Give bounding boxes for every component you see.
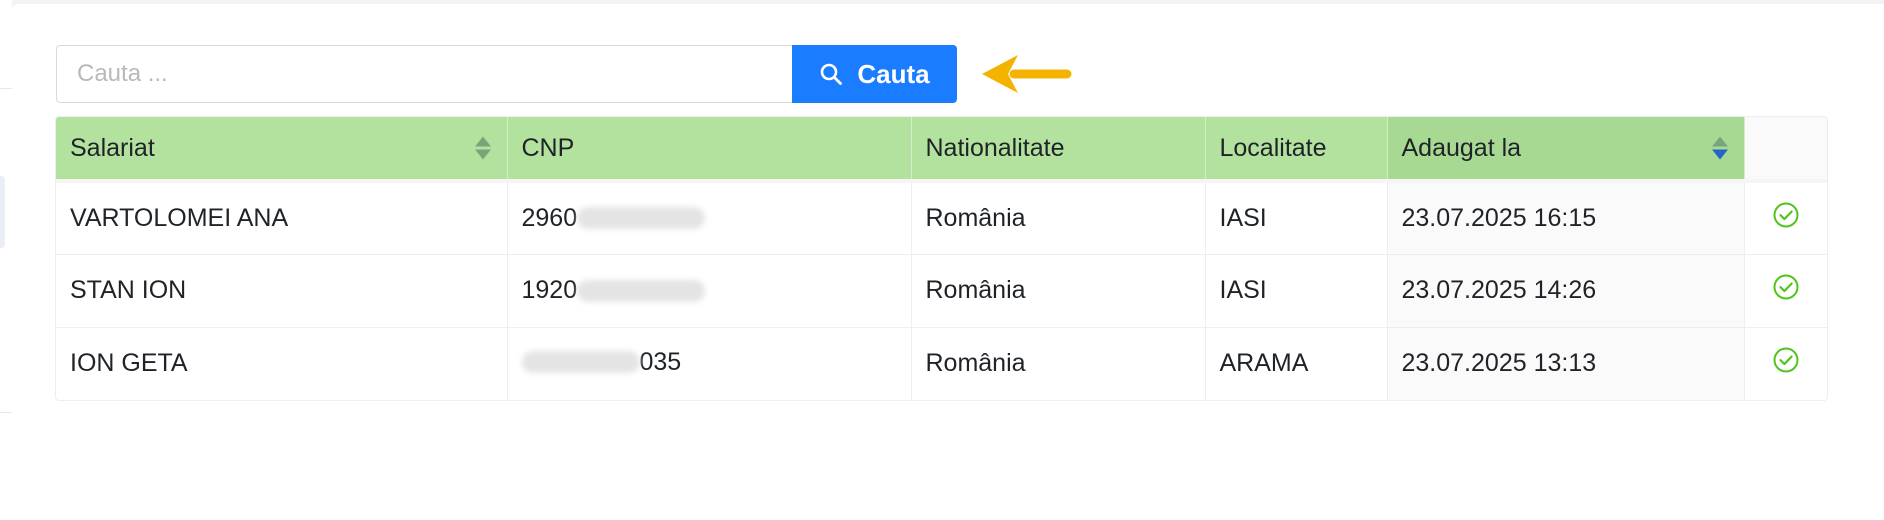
cell-status	[1744, 326, 1827, 400]
column-header-actions	[1744, 117, 1827, 181]
cell-cnp: 035	[507, 326, 912, 400]
cell-nationalitate: România	[911, 253, 1206, 327]
cnp-visible-prefix: 2960	[521, 203, 578, 232]
cell-adaugat-la: 23.07.2025 13:13	[1387, 326, 1745, 400]
cell-cnp: 2960	[507, 180, 912, 254]
column-header-label: Adaugat la	[1401, 133, 1522, 162]
employees-table: Salariat CNP Nationalitate Localitate Ad…	[55, 116, 1828, 401]
sort-ascending-icon	[1711, 136, 1728, 147]
sort-ascending-icon	[474, 136, 491, 147]
sort-descending-icon	[1711, 149, 1728, 160]
column-header-label: Localitate	[1219, 133, 1327, 162]
divider	[0, 412, 12, 413]
cell-adaugat-la: 23.07.2025 16:15	[1387, 180, 1745, 254]
cell-salariat: STAN ION	[56, 253, 508, 327]
search-input[interactable]	[56, 45, 792, 103]
cnp-visible-suffix: 035	[639, 347, 682, 376]
search-button-label: Cauta	[857, 58, 930, 89]
cnp-redacted	[577, 279, 706, 302]
cnp-redacted	[521, 351, 640, 373]
sort-icon[interactable]	[1711, 136, 1728, 160]
column-header-localitate: Localitate	[1205, 117, 1388, 181]
cell-salariat: ION GETA	[56, 326, 508, 400]
cell-localitate: IASI	[1205, 253, 1388, 327]
column-header-label: Salariat	[70, 133, 155, 162]
cnp-visible-prefix: 1920	[521, 276, 578, 304]
search-button[interactable]: Cauta	[792, 45, 957, 103]
search-bar: Cauta	[56, 44, 957, 104]
cell-status	[1744, 253, 1827, 327]
column-header-salariat[interactable]: Salariat	[56, 117, 508, 181]
cell-localitate: ARAMA	[1205, 326, 1388, 400]
column-header-label: Nationalitate	[925, 133, 1065, 162]
column-header-cnp: CNP	[507, 117, 912, 181]
side-panel-edge	[0, 0, 12, 520]
sort-icon[interactable]	[474, 136, 491, 160]
sort-descending-icon	[474, 149, 491, 160]
divider	[0, 88, 12, 89]
side-tab[interactable]	[0, 176, 5, 248]
cell-adaugat-la: 23.07.2025 14:26	[1387, 253, 1745, 327]
table-row[interactable]: ION GETA 035 România ARAMA 23.07.2025 13…	[56, 326, 1827, 400]
column-header-label: CNP	[521, 133, 575, 162]
cell-salariat: VARTOLOMEI ANA	[56, 180, 508, 254]
cnp-redacted	[577, 207, 706, 230]
search-icon	[819, 62, 843, 86]
check-circle-icon[interactable]	[1772, 273, 1800, 308]
column-header-adaugat-la[interactable]: Adaugat la	[1387, 117, 1745, 181]
table-row[interactable]: STAN ION 1920 România IASI 23.07.2025 14…	[56, 253, 1827, 327]
column-header-nationalitate: Nationalitate	[911, 117, 1206, 181]
table-row[interactable]: VARTOLOMEI ANA 2960 România IASI 23.07.2…	[56, 180, 1827, 254]
content-panel: Cauta Salariat	[12, 4, 1884, 520]
cell-nationalitate: România	[911, 326, 1206, 400]
arrow-left-icon	[978, 52, 1072, 101]
cell-nationalitate: România	[911, 180, 1206, 254]
table-header-row: Salariat CNP Nationalitate Localitate Ad…	[56, 117, 1827, 181]
check-circle-icon[interactable]	[1772, 346, 1800, 381]
cell-localitate: IASI	[1205, 180, 1388, 254]
cell-cnp: 1920	[507, 253, 912, 327]
check-circle-icon[interactable]	[1772, 201, 1800, 236]
cell-status	[1744, 180, 1827, 254]
